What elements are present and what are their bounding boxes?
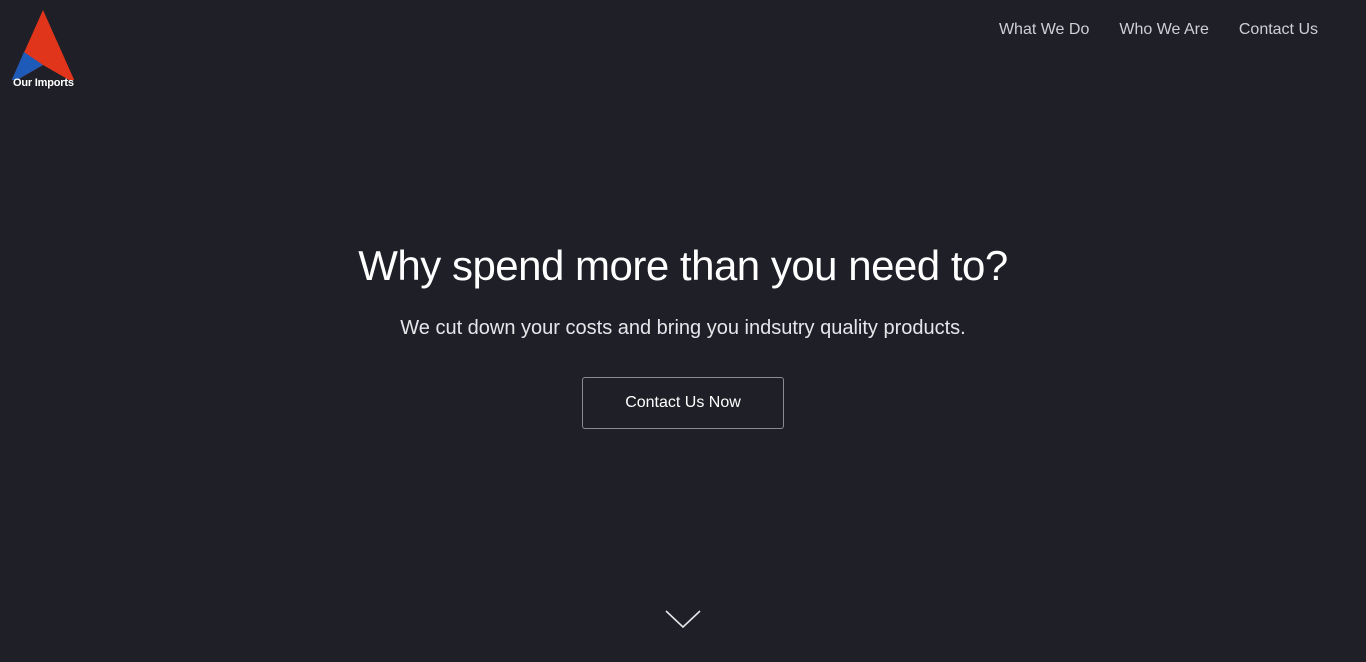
nav-link-contact-us[interactable]: Contact Us	[1239, 19, 1318, 41]
logo-triangle-icon	[11, 10, 75, 80]
logo-text: Our Imports	[13, 77, 74, 89]
hero-headline: Why spend more than you need to?	[358, 242, 1008, 289]
hero-subheadline: We cut down your costs and bring you ind…	[400, 317, 966, 339]
main-nav: What We Do Who We Are Contact Us	[999, 19, 1318, 41]
logo[interactable]: Our Imports	[10, 10, 80, 92]
nav-link-what-we-do[interactable]: What We Do	[999, 19, 1089, 41]
chevron-down-icon[interactable]	[664, 608, 702, 630]
contact-us-now-button[interactable]: Contact Us Now	[582, 377, 784, 429]
nav-link-who-we-are[interactable]: Who We Are	[1119, 19, 1209, 41]
hero-section: Our Imports What We Do Who We Are Contac…	[0, 0, 1366, 662]
